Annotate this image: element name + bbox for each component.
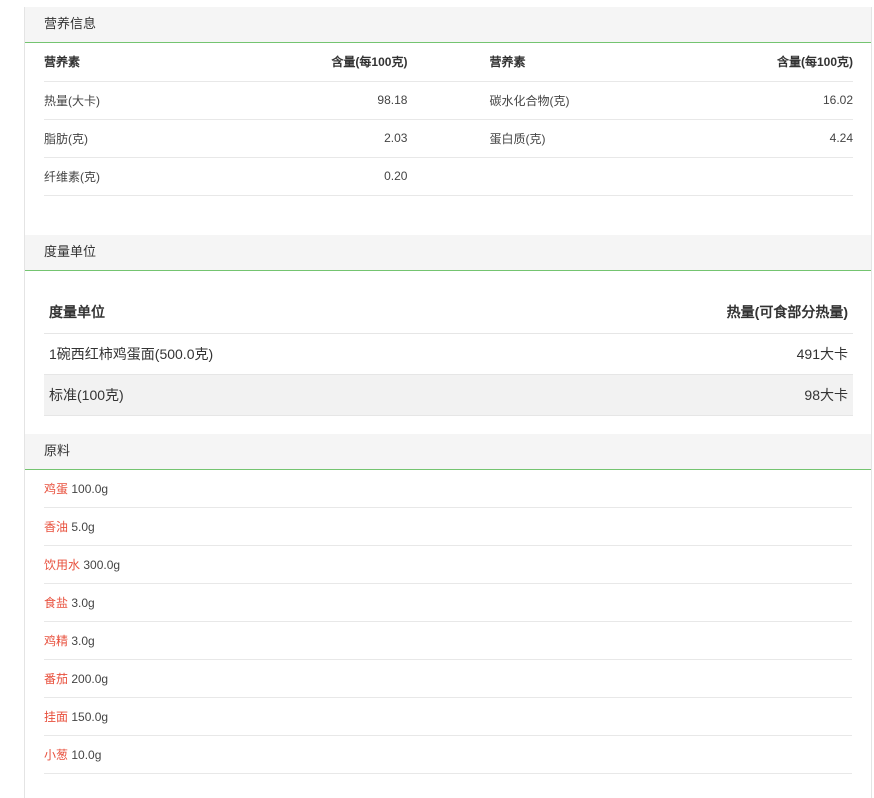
ingredient-amount: 5.0g xyxy=(71,520,95,534)
unit-name: 1碗西红柿鸡蛋面(500.0克) xyxy=(44,333,506,375)
ingredient-link[interactable]: 香油 xyxy=(44,520,68,534)
nutrient-name: 碳水化合物(克) xyxy=(489,81,610,120)
nutrition-row: 热量(大卡) 98.18 碳水化合物(克) 16.02 xyxy=(44,81,853,120)
ingredient-item: 鸡精 3.0g xyxy=(44,622,852,660)
ingredient-item: 食盐 3.0g xyxy=(44,584,852,622)
column-gap xyxy=(407,43,490,82)
ingredient-list: 鸡蛋 100.0g 香油 5.0g 饮用水 300.0g 食盐 3.0g 鸡精 … xyxy=(44,470,852,774)
nutrient-value: 98.18 xyxy=(164,81,408,120)
ingredient-link[interactable]: 鸡蛋 xyxy=(44,482,68,496)
unit-calories: 491大卡 xyxy=(505,333,853,375)
ingredients-body: 鸡蛋 100.0g 香油 5.0g 饮用水 300.0g 食盐 3.0g 鸡精 … xyxy=(25,470,871,774)
ingredients-panel: 原料 鸡蛋 100.0g 香油 5.0g 饮用水 300.0g 食盐 3.0g … xyxy=(24,434,872,798)
nutrient-name: 脂肪(克) xyxy=(44,119,165,158)
column-gap xyxy=(407,81,490,120)
nutrition-header-row: 营养素 含量(每100克) 营养素 含量(每100克) xyxy=(44,43,853,82)
nutrition-row: 脂肪(克) 2.03 蛋白质(克) 4.24 xyxy=(44,119,853,158)
ingredient-item: 饮用水 300.0g xyxy=(44,546,852,584)
ingredient-link[interactable]: 饮用水 xyxy=(44,558,80,572)
ingredient-amount: 3.0g xyxy=(71,596,95,610)
ingredient-link[interactable]: 番茄 xyxy=(44,672,68,686)
ingredient-item: 鸡蛋 100.0g xyxy=(44,470,852,508)
ingredient-amount: 100.0g xyxy=(71,482,109,496)
calories-header: 热量(可食部分热量) xyxy=(505,292,853,334)
ingredients-section-title: 原料 xyxy=(25,434,871,470)
units-panel: 度量单位 度量单位 热量(可食部分热量) 1碗西红柿鸡蛋面(500.0克) 49… xyxy=(24,235,872,434)
nutrient-value: 2.03 xyxy=(164,119,408,158)
nutrient-name: 纤维素(克) xyxy=(44,157,165,196)
ingredient-amount: 3.0g xyxy=(71,634,95,648)
nutrient-value: 16.02 xyxy=(609,81,853,120)
ingredient-link[interactable]: 鸡精 xyxy=(44,634,68,648)
nutrient-value xyxy=(609,157,853,196)
ingredient-item: 番茄 200.0g xyxy=(44,660,852,698)
ingredient-amount: 300.0g xyxy=(83,558,121,572)
nutrient-value: 0.20 xyxy=(164,157,408,196)
units-header-row: 度量单位 热量(可食部分热量) xyxy=(44,292,853,334)
nutrition-panel: 营养信息 营养素 含量(每100克) 营养素 含量(每100克) 热量(大卡) … xyxy=(24,7,872,235)
ingredient-amount: 10.0g xyxy=(71,748,102,762)
ingredient-item: 香油 5.0g xyxy=(44,508,852,546)
unit-name: 标准(100克) xyxy=(44,374,506,416)
units-body: 度量单位 热量(可食部分热量) 1碗西红柿鸡蛋面(500.0克) 491大卡 标… xyxy=(25,292,871,416)
amount-header: 含量(每100克) xyxy=(164,43,408,82)
nutrition-row: 纤维素(克) 0.20 xyxy=(44,157,853,196)
column-gap xyxy=(407,119,490,158)
nutrient-header-2: 营养素 xyxy=(489,43,610,82)
ingredient-item: 挂面 150.0g xyxy=(44,698,852,736)
ingredient-item: 小葱 10.0g xyxy=(44,736,852,774)
units-row: 标准(100克) 98大卡 xyxy=(44,374,853,416)
units-section-title: 度量单位 xyxy=(25,235,871,271)
ingredient-amount: 200.0g xyxy=(71,672,109,686)
amount-header-2: 含量(每100克) xyxy=(609,43,853,82)
nutrient-name: 蛋白质(克) xyxy=(489,119,610,158)
nutrition-table: 营养素 含量(每100克) 营养素 含量(每100克) 热量(大卡) 98.18… xyxy=(44,43,853,196)
nutrient-header: 营养素 xyxy=(44,43,165,82)
nutrient-name: 热量(大卡) xyxy=(44,81,165,120)
unit-header: 度量单位 xyxy=(44,292,506,334)
nutrition-section-title: 营养信息 xyxy=(25,7,871,43)
column-gap xyxy=(407,157,490,196)
nutrition-body: 营养素 含量(每100克) 营养素 含量(每100克) 热量(大卡) 98.18… xyxy=(25,43,871,196)
nutrient-value: 4.24 xyxy=(609,119,853,158)
nutrient-name xyxy=(489,157,610,196)
ingredient-link[interactable]: 食盐 xyxy=(44,596,68,610)
ingredient-link[interactable]: 小葱 xyxy=(44,748,68,762)
ingredient-link[interactable]: 挂面 xyxy=(44,710,68,724)
unit-calories: 98大卡 xyxy=(505,374,853,416)
ingredient-amount: 150.0g xyxy=(71,710,109,724)
units-table: 度量单位 热量(可食部分热量) 1碗西红柿鸡蛋面(500.0克) 491大卡 标… xyxy=(44,292,853,416)
units-row: 1碗西红柿鸡蛋面(500.0克) 491大卡 xyxy=(44,333,853,375)
